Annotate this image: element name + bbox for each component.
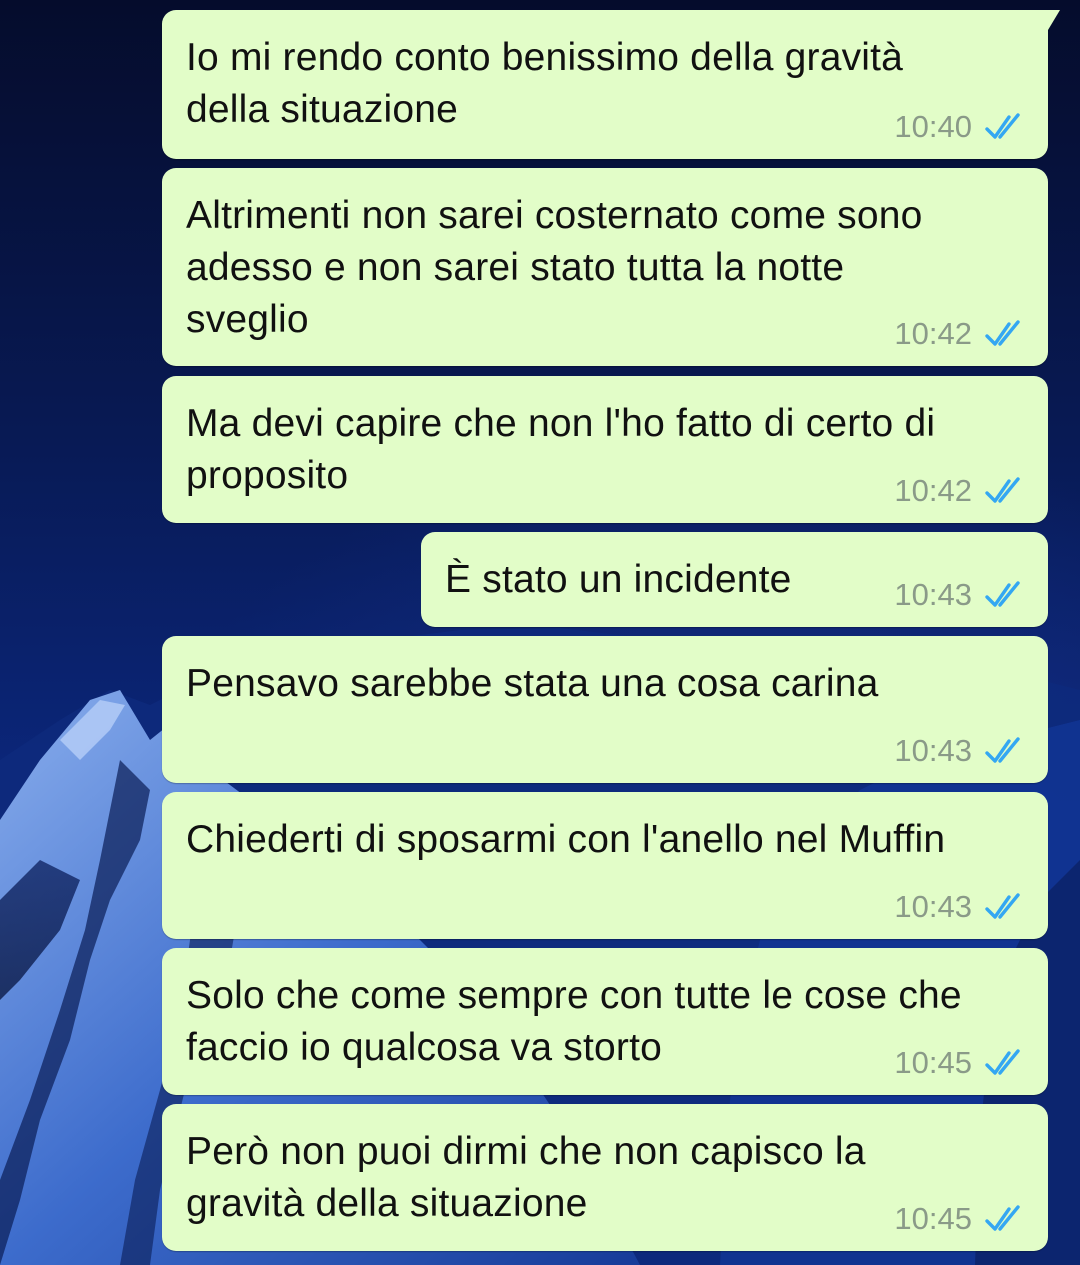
message-timestamp: 10:43 [894, 577, 972, 612]
message-meta: 10:43 [894, 577, 1024, 613]
message-bubble-outgoing[interactable]: Altrimenti non sarei costernato come son… [162, 168, 1048, 366]
double-check-read-icon [985, 1205, 1020, 1231]
message-text: Ma devi capire che non l'ho fatto di cer… [186, 402, 947, 497]
chat-message-list[interactable]: Io mi rendo conto benissimo della gravit… [0, 0, 1080, 1265]
message-meta: 10:43 [894, 733, 1024, 769]
double-check-read-icon [985, 1049, 1020, 1075]
message-timestamp: 10:42 [894, 316, 972, 351]
message-meta: 10:40 [894, 109, 1024, 145]
double-check-read-icon [985, 320, 1020, 346]
double-check-read-icon [985, 477, 1020, 503]
message-meta: 10:45 [894, 1201, 1024, 1237]
message-text: Però non puoi dirmi che non capisco la g… [186, 1130, 877, 1225]
double-check-read-icon [985, 737, 1020, 763]
message-bubble-outgoing[interactable]: È stato un incidente 10:43 [421, 532, 1048, 627]
double-check-read-icon [985, 893, 1020, 919]
message-text: Io mi rendo conto benissimo della gravit… [186, 36, 915, 131]
message-timestamp: 10:43 [894, 889, 972, 924]
message-bubble-outgoing[interactable]: Però non puoi dirmi che non capisco la g… [162, 1104, 1048, 1251]
message-meta: 10:43 [894, 889, 1024, 925]
message-timestamp: 10:45 [894, 1045, 972, 1080]
message-bubble-outgoing[interactable]: Chiederti di sposarmi con l'anello nel M… [162, 792, 1048, 939]
message-bubble-outgoing[interactable]: Io mi rendo conto benissimo della gravit… [162, 10, 1060, 159]
double-check-read-icon [985, 113, 1020, 139]
message-meta: 10:45 [894, 1045, 1024, 1081]
message-text: Solo che come sempre con tutte le cose c… [186, 974, 973, 1069]
message-meta: 10:42 [894, 316, 1024, 352]
bubble-tail-icon [1032, 10, 1060, 40]
message-text: Pensavo sarebbe stata una cosa carina [186, 662, 879, 705]
message-meta: 10:42 [894, 473, 1024, 509]
message-text: Chiederti di sposarmi con l'anello nel M… [186, 818, 946, 861]
message-timestamp: 10:45 [894, 1201, 972, 1236]
message-bubble-outgoing[interactable]: Solo che come sempre con tutte le cose c… [162, 948, 1048, 1095]
message-timestamp: 10:42 [894, 473, 972, 508]
message-timestamp: 10:40 [894, 109, 972, 144]
message-bubble-outgoing[interactable]: Ma devi capire che non l'ho fatto di cer… [162, 376, 1048, 523]
message-text: Altrimenti non sarei costernato come son… [186, 194, 934, 341]
message-bubble-outgoing[interactable]: Pensavo sarebbe stata una cosa carina 10:… [162, 636, 1048, 783]
double-check-read-icon [985, 581, 1020, 607]
message-timestamp: 10:43 [894, 733, 972, 768]
